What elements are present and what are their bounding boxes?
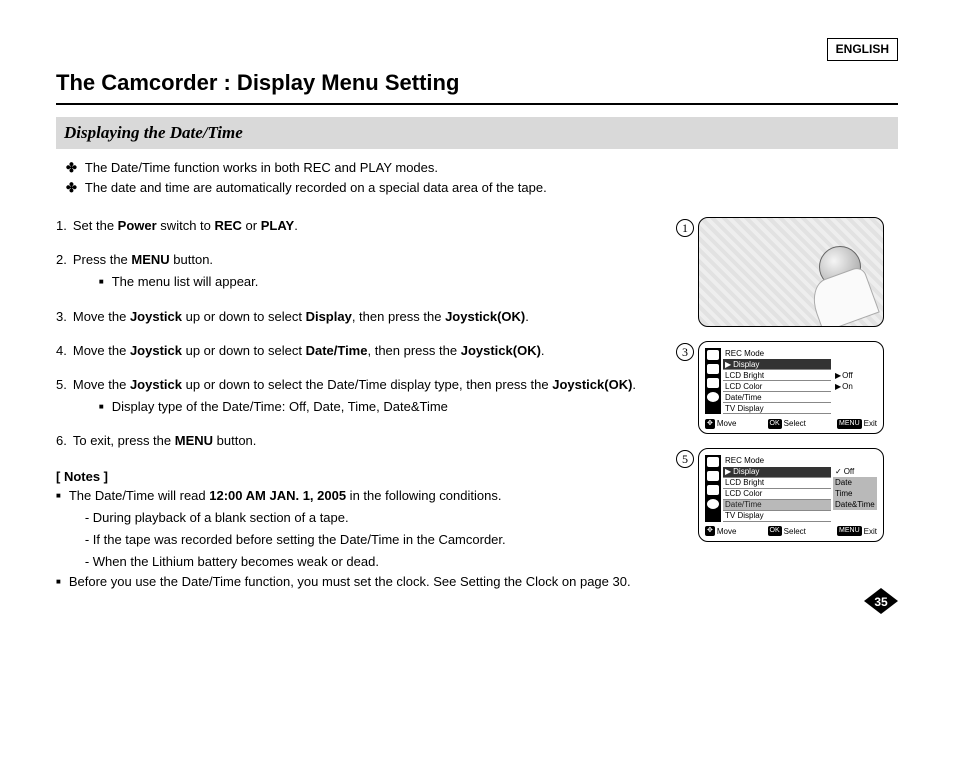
notes-heading: [ Notes ] — [56, 468, 686, 486]
step-sub: Display type of the Date/Time: Off, Date… — [112, 398, 448, 416]
menu-option: ▶Off — [833, 370, 877, 381]
square-bullet-icon: ■ — [56, 487, 61, 572]
arrow-right-icon: ▶ — [725, 466, 731, 477]
notes-block: ■ The Date/Time will read 12:00 AM JAN. … — [56, 487, 686, 592]
display-icon — [707, 378, 719, 388]
menu-mode-label: REC Mode — [723, 455, 831, 466]
menu-option: Off — [833, 466, 877, 477]
note-sub: - During playback of a blank section of … — [85, 509, 506, 527]
footer-move: Move — [717, 418, 737, 429]
arrow-right-icon: ▶ — [725, 359, 731, 370]
step-text: To exit, press the MENU button. — [73, 433, 257, 448]
menu-screen-3: REC Mode ▶Display LCD Bright LCD Color D… — [698, 341, 884, 434]
camera-icon — [707, 457, 719, 467]
page-number: 35 — [864, 594, 898, 611]
footer-select: Select — [784, 526, 806, 537]
figure-number-icon: 3 — [676, 343, 694, 361]
menu-tag-icon: MENU — [837, 526, 862, 536]
ok-tag-icon: OK — [768, 419, 782, 429]
joystick-icon: ✥ — [705, 419, 715, 429]
footer-move: Move — [717, 526, 737, 537]
intro-block: ✤ The Date/Time function works in both RE… — [66, 159, 898, 197]
camcorder-photo — [698, 217, 884, 327]
camera-icon — [707, 350, 719, 360]
menu-item: TV Display — [723, 511, 831, 522]
section-heading: Displaying the Date/Time — [56, 117, 898, 149]
figures-column: 1 3 — [698, 217, 898, 594]
hand-icon — [806, 265, 879, 327]
note-sub: - If the tape was recorded before settin… — [85, 531, 506, 549]
menu-tag-icon: MENU — [837, 419, 862, 429]
page-title: The Camcorder : Display Menu Setting — [56, 68, 898, 105]
menu-option: Date&Time — [833, 499, 877, 510]
square-bullet-icon: ■ — [99, 398, 104, 416]
menu-item: ▶Display — [723, 467, 831, 478]
menu-item: Date/Time — [723, 392, 831, 403]
menu-item: LCD Bright — [723, 478, 831, 489]
joystick-icon: ✥ — [705, 526, 715, 536]
menu-item: TV Display — [723, 403, 831, 414]
intro-line: The Date/Time function works in both REC… — [85, 159, 438, 177]
figure-1: 1 — [698, 217, 898, 327]
arrow-right-icon: ▶ — [835, 370, 841, 381]
gear-icon — [707, 392, 719, 402]
note-text: The Date/Time will read 12:00 AM JAN. 1,… — [69, 488, 502, 503]
step-sub: The menu list will appear. — [112, 273, 259, 291]
menu-icon-column — [705, 348, 721, 414]
menu-item: Date/Time — [723, 500, 831, 511]
footer-exit: Exit — [864, 526, 877, 537]
step-text: Set the Power switch to REC or PLAY. — [73, 218, 298, 233]
page-number-badge: 35 — [864, 588, 898, 614]
gear-icon — [707, 499, 719, 509]
ok-tag-icon: OK — [768, 526, 782, 536]
intro-line: The date and time are automatically reco… — [85, 179, 547, 197]
steps-column: Set the Power switch to REC or PLAY. Pre… — [56, 217, 686, 594]
menu-icon-column — [705, 455, 721, 521]
menu-screen-5: REC Mode ▶Display LCD Bright LCD Color D… — [698, 448, 884, 541]
camcorder-icon — [707, 364, 719, 374]
figure-number-icon: 5 — [676, 450, 694, 468]
square-bullet-icon: ■ — [99, 273, 104, 291]
display-icon — [707, 485, 719, 495]
menu-option: ▶On — [833, 381, 877, 392]
menu-item: LCD Bright — [723, 370, 831, 381]
footer-exit: Exit — [864, 418, 877, 429]
menu-item: LCD Color — [723, 381, 831, 392]
menu-mode-label: REC Mode — [723, 348, 831, 359]
note-text: Before you use the Date/Time function, y… — [69, 573, 631, 591]
language-tag: ENGLISH — [827, 38, 898, 61]
bullet-icon: ✤ — [66, 179, 77, 197]
menu-option: Date — [833, 477, 877, 488]
menu-item: LCD Color — [723, 489, 831, 500]
arrow-right-icon: ▶ — [835, 381, 841, 392]
figure-number-icon: 1 — [676, 219, 694, 237]
camcorder-icon — [707, 471, 719, 481]
square-bullet-icon: ■ — [56, 573, 61, 591]
menu-item: ▶Display — [723, 359, 831, 370]
figure-5: 5 REC Mode ▶Display LCD Bright — [698, 448, 898, 541]
step-text: Press the MENU button. — [73, 252, 213, 267]
figure-3: 3 REC Mode ▶Display LCD Bright — [698, 341, 898, 434]
step-text: Move the Joystick up or down to select t… — [73, 377, 636, 392]
bullet-icon: ✤ — [66, 159, 77, 177]
step-text: Move the Joystick up or down to select D… — [73, 309, 529, 324]
step-text: Move the Joystick up or down to select D… — [73, 343, 545, 358]
menu-option: Time — [833, 488, 877, 499]
footer-select: Select — [784, 418, 806, 429]
note-sub: - When the Lithium battery becomes weak … — [85, 553, 506, 571]
